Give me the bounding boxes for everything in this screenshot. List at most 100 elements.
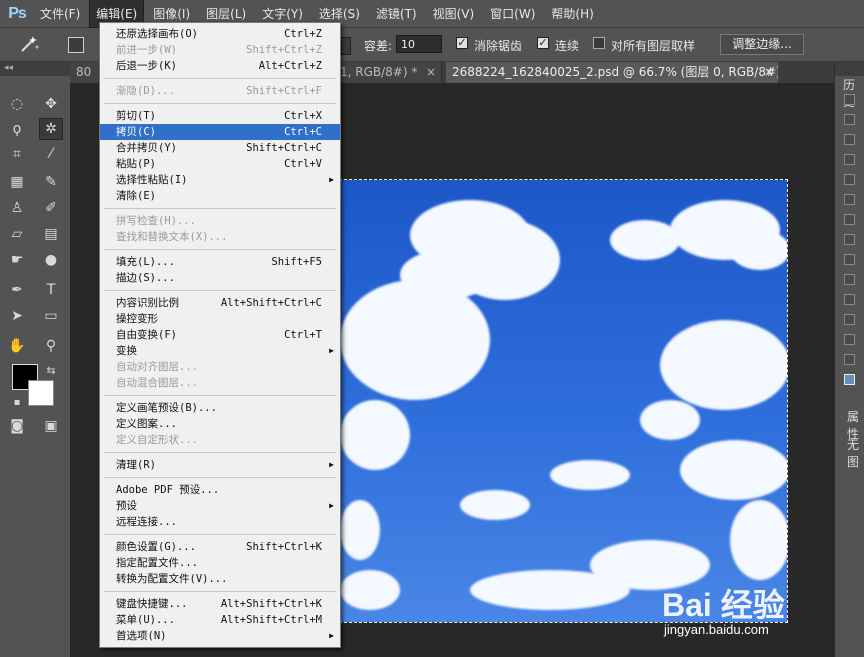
close-icon[interactable]: × [426, 62, 436, 83]
edit-menu-item[interactable]: 后退一步(K) Alt+Ctrl+Z [100, 58, 340, 74]
tab-document-2-label: 2688224_162840025_2.psd @ 66.7% (图层 0, R… [452, 65, 778, 79]
move-tool-icon[interactable]: ✥ [40, 94, 62, 114]
edit-menu-item[interactable]: 描边(S)... [100, 270, 340, 286]
edit-menu-item[interactable]: 拷贝(C) Ctrl+C [100, 124, 340, 140]
hand-tool-icon[interactable]: ✋ [6, 336, 28, 356]
history-state-row[interactable] [844, 294, 855, 305]
edit-menu-item[interactable]: 颜色设置(G)... Shift+Ctrl+K [100, 539, 340, 555]
tab-document-2[interactable]: 2688224_162840025_2.psd @ 66.7% (图层 0, R… [446, 62, 778, 83]
edit-menu-item[interactable]: 预设 ▶ [100, 498, 340, 514]
edit-menu-item[interactable]: 定义图案... [100, 416, 340, 432]
path-selection-tool-icon[interactable]: ➤ [6, 306, 28, 326]
edit-menu-item[interactable]: 还原选择画布(O) Ctrl+Z [100, 26, 340, 42]
blur-tool-icon[interactable]: ☛ [6, 250, 28, 270]
zoom-tool-icon[interactable]: ⚲ [40, 336, 62, 356]
antialias-checkbox[interactable]: ✓ [456, 37, 468, 49]
refine-edge-button[interactable]: 调整边缘... [720, 34, 804, 55]
contiguous-checkbox[interactable]: ✓ [537, 37, 549, 49]
watermark-brand: Bai 经验 [662, 587, 785, 623]
edit-menu-item-shortcut: Ctrl+T [284, 329, 322, 341]
edit-menu-item[interactable]: 内容识别比例 Alt+Shift+Ctrl+C [100, 295, 340, 311]
edit-menu-item[interactable]: 清除(E) [100, 188, 340, 204]
brush-tool-icon[interactable]: ✎ [40, 172, 62, 192]
edit-menu-item[interactable]: 指定配置文件... [100, 555, 340, 571]
edit-menu-item[interactable]: 合并拷贝(Y) Shift+Ctrl+C [100, 140, 340, 156]
edit-menu-item[interactable]: 填充(L)... Shift+F5 [100, 254, 340, 270]
edit-menu-item: 前进一步(W) Shift+Ctrl+Z [100, 42, 340, 58]
menu-7[interactable]: 滤镜(T) [370, 0, 423, 27]
edit-menu-item[interactable]: 操控变形 [100, 311, 340, 327]
history-state-row[interactable] [844, 234, 855, 245]
history-state-row[interactable] [844, 314, 855, 325]
marquee-tool-icon[interactable]: ◌ [6, 94, 28, 114]
tools-panel-collapse-icon[interactable]: ◂◂ [0, 62, 70, 76]
edit-menu-item[interactable]: 首选项(N) ▶ [100, 628, 340, 644]
healing-brush-tool-icon[interactable]: ▦ [6, 172, 28, 192]
menu-1[interactable]: 文件(F) [34, 0, 86, 27]
crop-tool-icon[interactable]: ⌗ [6, 144, 28, 164]
close-icon[interactable]: × [764, 62, 774, 83]
history-state-row[interactable] [844, 354, 855, 365]
magic-wand-tool-icon[interactable]: ✲ [39, 118, 63, 140]
menu-8[interactable]: 视图(V) [427, 0, 481, 27]
edit-menu-item[interactable]: 菜单(U)... Alt+Shift+Ctrl+M [100, 612, 340, 628]
swap-colors-icon[interactable]: ⇆ [40, 360, 62, 380]
edit-menu-item-label: 自动对齐图层... [116, 361, 198, 373]
history-state-row[interactable] [844, 254, 855, 265]
edit-menu-item[interactable]: Adobe PDF 预设... [100, 482, 340, 498]
history-state-row[interactable] [844, 214, 855, 225]
edit-menu-item[interactable]: 自由变换(F) Ctrl+T [100, 327, 340, 343]
edit-menu-item[interactable]: 键盘快捷键... Alt+Shift+Ctrl+K [100, 596, 340, 612]
edit-menu-item[interactable]: 变换 ▶ [100, 343, 340, 359]
tab-document-1-label: 80 [76, 65, 92, 79]
edit-menu-item-label: 首选项(N) [116, 630, 167, 642]
history-state-row[interactable] [844, 194, 855, 205]
edit-menu-item[interactable]: 远程连接... [100, 514, 340, 530]
edit-menu-item[interactable]: 粘贴(P) Ctrl+V [100, 156, 340, 172]
edit-menu-item[interactable]: 定义画笔预设(B)... [100, 400, 340, 416]
sample-all-layers-label: 对所有图层取样 [611, 39, 696, 53]
history-state-row[interactable] [844, 374, 855, 385]
type-tool-icon[interactable]: T [40, 280, 62, 300]
history-state-row[interactable] [844, 154, 855, 165]
edit-menu-item-label: 还原选择画布(O) [116, 28, 198, 40]
eraser-tool-icon[interactable]: ▱ [6, 224, 28, 244]
pen-tool-icon[interactable]: ✒ [6, 280, 28, 300]
edit-menu-item-label: 变换 [116, 345, 137, 357]
history-state-row[interactable] [844, 334, 855, 345]
sky-photo-canvas[interactable] [339, 179, 788, 623]
edit-menu-item[interactable]: 选择性粘贴(I) ▶ [100, 172, 340, 188]
lasso-tool-icon[interactable]: ϙ [6, 119, 28, 139]
eyedropper-tool-icon[interactable]: ⁄ [40, 144, 62, 164]
quick-mask-icon[interactable]: ◙ [6, 416, 28, 436]
background-color-swatch[interactable] [28, 380, 54, 406]
gradient-tool-icon[interactable]: ▤ [40, 224, 62, 244]
edit-menu-item[interactable]: 转换为配置文件(V)... [100, 571, 340, 587]
edit-menu-item-label: 预设 [116, 500, 137, 512]
edit-menu-item[interactable]: 清理(R) ▶ [100, 457, 340, 473]
sample-all-layers-checkbox[interactable] [593, 37, 605, 49]
menu-9[interactable]: 窗口(W) [484, 0, 541, 27]
history-state-row[interactable] [844, 114, 855, 125]
history-state-row[interactable] [844, 134, 855, 145]
magic-wand-icon[interactable] [18, 35, 40, 53]
baidu-watermark: Bai 经验 jingyan.baidu.com [662, 560, 862, 640]
edit-menu-item[interactable]: 剪切(T) Ctrl+X [100, 108, 340, 124]
dodge-tool-icon[interactable]: ● [40, 250, 62, 270]
history-state-row[interactable] [844, 274, 855, 285]
menu-separator [104, 103, 336, 104]
screen-mode-icon[interactable]: ▣ [40, 416, 62, 436]
default-colors-icon[interactable]: ▪ [6, 392, 28, 412]
rectangle-tool-icon[interactable]: ▭ [40, 306, 62, 326]
edit-menu-item-label: 键盘快捷键... [116, 598, 188, 610]
sample-size-spinner[interactable] [341, 37, 351, 55]
history-state-row[interactable] [844, 94, 855, 105]
selection-mode-new[interactable] [68, 37, 84, 53]
clone-stamp-tool-icon[interactable]: ♙ [6, 198, 28, 218]
edit-menu-item-label: 清除(E) [116, 190, 156, 202]
tolerance-input[interactable]: 10 [396, 35, 442, 53]
history-brush-tool-icon[interactable]: ✐ [40, 198, 62, 218]
edit-menu-item-label: 后退一步(K) [116, 60, 177, 72]
menu-10[interactable]: 帮助(H) [545, 0, 599, 27]
history-state-row[interactable] [844, 174, 855, 185]
